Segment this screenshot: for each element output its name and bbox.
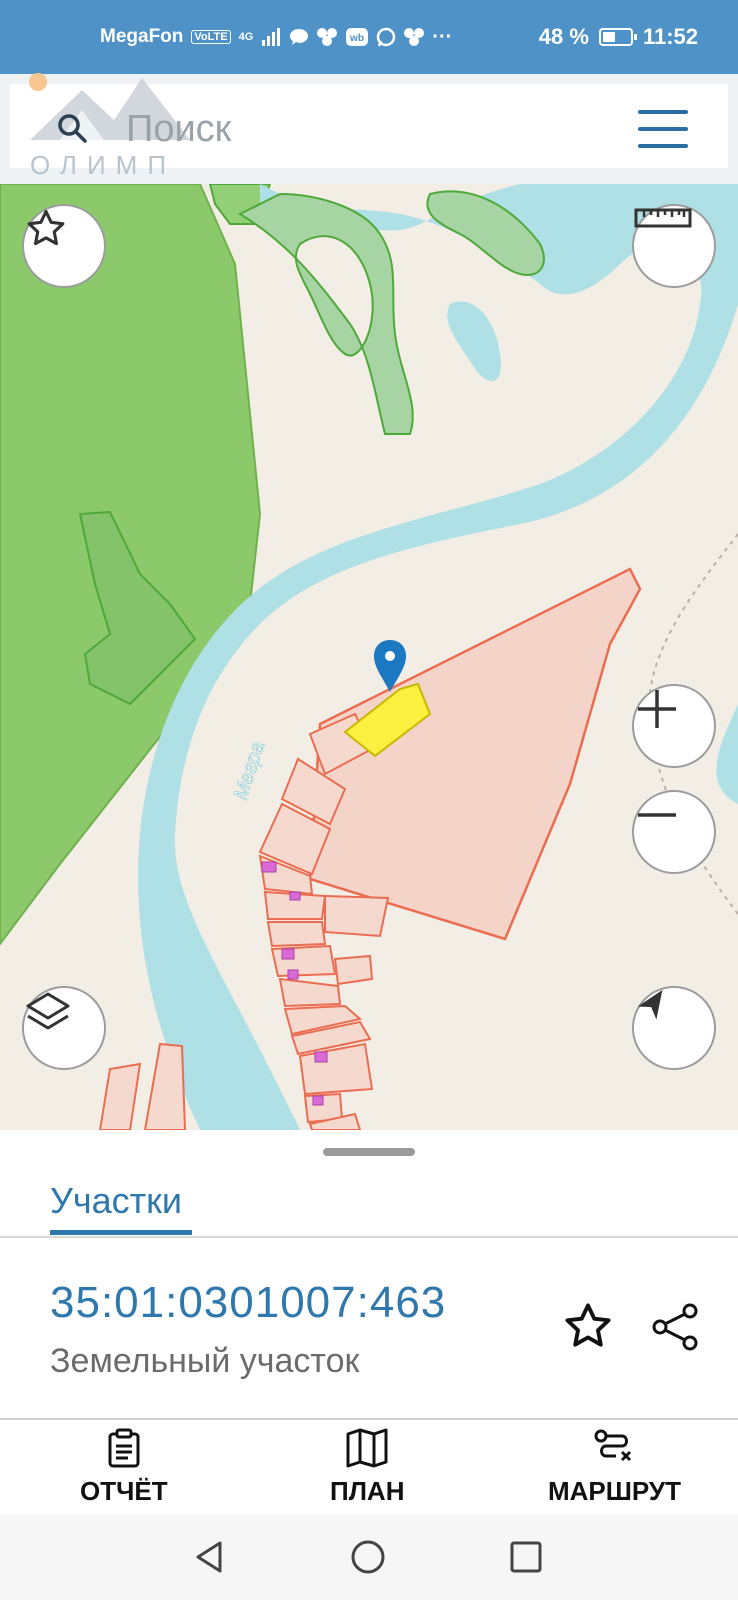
system-navigation [0, 1515, 738, 1600]
recents-icon[interactable] [508, 1539, 544, 1575]
map-view[interactable]: Мегра [0, 184, 738, 1130]
back-icon[interactable] [192, 1539, 228, 1575]
signal-icon [262, 28, 281, 46]
notification-icons: wb ··· [289, 26, 452, 49]
clock: 11:52 [642, 24, 698, 49]
report-icon [108, 1428, 140, 1468]
drag-handle[interactable] [323, 1148, 415, 1156]
river-right [716, 704, 738, 804]
navigation-arrow-icon [637, 989, 663, 1020]
zoom-in-button[interactable] [632, 684, 716, 768]
map-canvas[interactable]: Мегра [0, 184, 738, 1130]
battery-percent: 48 % [538, 24, 589, 49]
wb-app-icon: wb [346, 28, 369, 46]
search-icon[interactable] [56, 112, 88, 144]
carrier-name: MegaFon [100, 26, 184, 47]
ruler-button[interactable] [632, 204, 716, 288]
dots-app-icon [317, 28, 338, 46]
battery-level [602, 32, 616, 42]
zoom-out-button[interactable] [632, 790, 716, 874]
route-icon [594, 1429, 632, 1462]
nav-route-label: МАРШРУТ [548, 1476, 681, 1506]
favorite-map-button[interactable] [22, 204, 106, 288]
parcel-type: Земельный участок [50, 1342, 360, 1380]
layers-button[interactable] [22, 986, 106, 1070]
more-notifications: ··· [432, 25, 453, 48]
map-icon [346, 1428, 388, 1468]
ruler-icon [634, 208, 692, 228]
nav-plan-label: ПЛАН [330, 1476, 405, 1506]
battery-icon [598, 28, 637, 46]
olimp-logo-text: ОЛИМП [30, 150, 177, 180]
layers-icon [26, 992, 70, 1030]
cadastral-number[interactable]: 35:01:0301007:463 [50, 1278, 446, 1328]
network-type: 4G [238, 31, 254, 43]
nav-route[interactable]: МАРШРУТ [548, 1428, 681, 1507]
search-placeholder[interactable]: Поиск [126, 108, 231, 151]
plus-icon [638, 690, 676, 728]
minus-icon [638, 813, 676, 817]
svg-text:wb: wb [349, 33, 364, 44]
locate-button[interactable] [632, 986, 716, 1070]
menu-icon[interactable] [638, 110, 688, 148]
dots-app-icon-2 [404, 28, 425, 46]
status-right: 48 % 11:52 [539, 24, 698, 50]
nav-report-label: ОТЧЁТ [80, 1476, 168, 1506]
nav-report[interactable]: ОТЧЁТ [80, 1428, 168, 1507]
bottom-navigation: ОТЧЁТ ПЛАН МАРШРУТ [0, 1418, 738, 1517]
status-bar: MegaFon VoLTE 4G wb ··· 48 % 11:52 [0, 0, 738, 74]
status-left: MegaFon VoLTE 4G wb ··· [100, 26, 452, 49]
bottom-sheet: Участки 35:01:0301007:463 Земельный учас… [0, 1130, 738, 1420]
chat-icon [290, 29, 309, 45]
tab-divider [0, 1236, 738, 1238]
favorite-star-icon[interactable] [562, 1300, 614, 1352]
home-icon[interactable] [350, 1539, 386, 1575]
tab-active-indicator [50, 1230, 192, 1235]
star-outline-icon [27, 209, 65, 246]
tab-parcels[interactable]: Участки [50, 1180, 182, 1222]
lake [447, 301, 501, 381]
whatsapp-icon [377, 27, 396, 47]
volte-badge: VoLTE [191, 30, 231, 44]
river-label: Мегра [230, 739, 269, 803]
nav-plan[interactable]: ПЛАН [330, 1428, 404, 1507]
share-icon[interactable] [648, 1300, 702, 1354]
